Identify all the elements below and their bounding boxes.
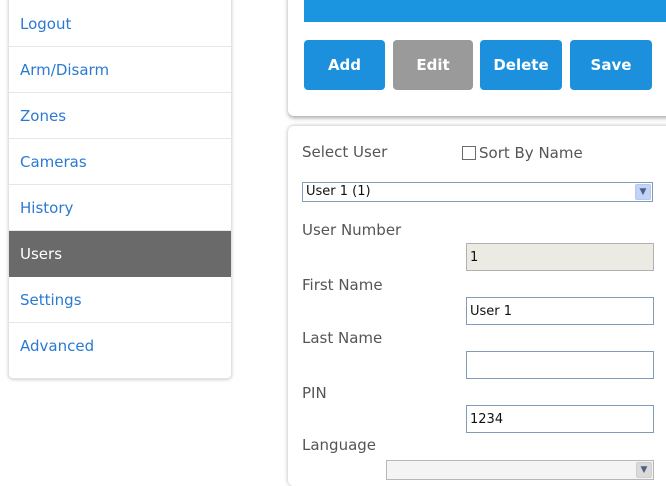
- sidebar-item-zones[interactable]: Zones: [9, 93, 231, 139]
- chevron-down-icon[interactable]: ▼: [635, 184, 651, 200]
- select-user-label: Select User: [302, 143, 388, 161]
- language-label: Language: [302, 436, 377, 454]
- user-number-label: User Number: [302, 221, 402, 239]
- add-button[interactable]: Add: [304, 40, 385, 90]
- user-select[interactable]: User 1 (1) ▼: [302, 182, 653, 202]
- panel-header: [304, 0, 666, 22]
- last-name-label: Last Name: [302, 329, 383, 347]
- sort-by-name-label: Sort By Name: [479, 144, 583, 162]
- checkbox-icon[interactable]: [462, 146, 476, 160]
- pin-field[interactable]: 1234: [466, 405, 654, 433]
- sidebar-item-arm-disarm[interactable]: Arm/Disarm: [9, 47, 231, 93]
- sort-by-name-option[interactable]: Sort By Name: [462, 144, 583, 162]
- sidebar-nav: Logout Arm/Disarm Zones Cameras History …: [8, 0, 232, 379]
- delete-button[interactable]: Delete: [480, 40, 562, 90]
- sidebar-item-advanced[interactable]: Advanced: [9, 323, 231, 369]
- language-select[interactable]: ▼: [386, 460, 654, 480]
- sidebar-item-users[interactable]: Users: [9, 231, 231, 277]
- user-select-value: User 1 (1): [306, 184, 371, 199]
- edit-button[interactable]: Edit: [393, 40, 473, 90]
- sidebar-item-history[interactable]: History: [9, 185, 231, 231]
- toolbar-panel: Add Edit Delete Save: [288, 0, 666, 116]
- save-button[interactable]: Save: [570, 40, 652, 90]
- pin-label: PIN: [302, 384, 327, 402]
- first-name-label: First Name: [302, 276, 383, 294]
- first-name-field[interactable]: User 1: [466, 297, 654, 325]
- sidebar-item-cameras[interactable]: Cameras: [9, 139, 231, 185]
- user-number-field: 1: [466, 243, 654, 271]
- sidebar-item-settings[interactable]: Settings: [9, 277, 231, 323]
- sidebar-item-logout[interactable]: Logout: [9, 0, 231, 47]
- chevron-down-icon[interactable]: ▼: [636, 462, 652, 478]
- user-form-panel: Select User Sort By Name User 1 (1) ▼ Us…: [288, 126, 666, 486]
- last-name-field[interactable]: [466, 351, 654, 379]
